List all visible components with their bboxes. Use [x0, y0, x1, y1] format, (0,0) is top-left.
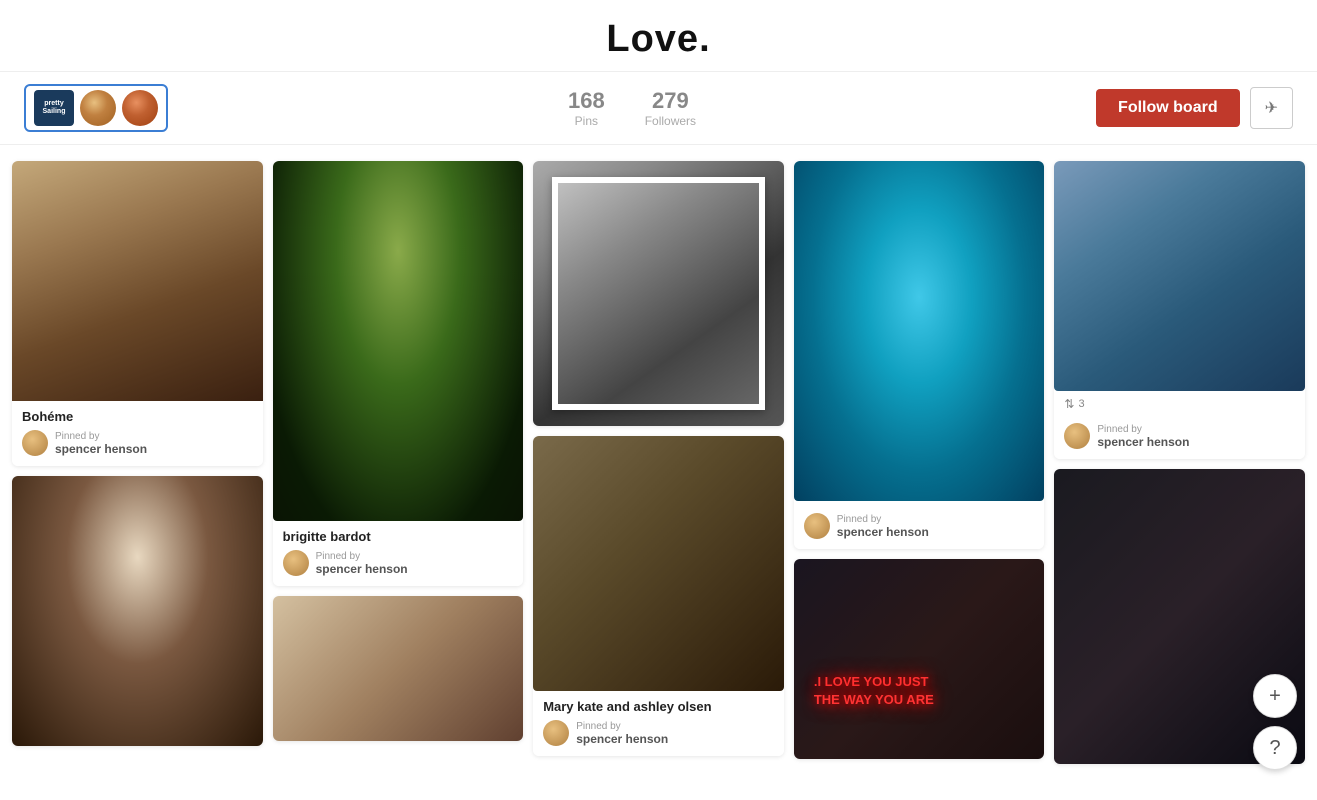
pin-user-avatar — [543, 720, 569, 746]
pin-card[interactable]: ⇅ 3 Pinned by spencer henson — [1054, 161, 1305, 459]
pin-info: Mary kate and ashley olsen Pinned by spe… — [533, 691, 784, 756]
pin-username: spencer henson — [1097, 435, 1189, 449]
pin-username: spencer henson — [55, 442, 147, 456]
pin-pinned-by-label: Pinned by — [576, 721, 668, 732]
help-icon: ? — [1269, 737, 1280, 760]
pin-pinned-by-label: Pinned by — [1097, 424, 1189, 435]
pin-user-info: Pinned by spencer henson — [316, 551, 408, 576]
fab-container: + ? — [1253, 674, 1297, 770]
pin-pinned-by-label: Pinned by — [316, 551, 408, 562]
board-avatars[interactable]: prettySailing — [24, 84, 168, 132]
followers-label: Followers — [645, 114, 696, 128]
pin-pinned-by-label: Pinned by — [837, 514, 929, 525]
pins-label: Pins — [568, 114, 605, 128]
pin-card[interactable] — [273, 596, 524, 741]
pin-user-info: Pinned by spencer henson — [837, 514, 929, 539]
pin-info: Pinned by spencer henson — [1054, 411, 1305, 459]
pin-image — [273, 161, 524, 521]
pin-image — [1054, 161, 1305, 391]
pins-stat: 168 Pins — [568, 88, 605, 128]
avatar-user-1 — [80, 90, 116, 126]
followers-stat: 279 Followers — [645, 88, 696, 128]
pins-count: 168 — [568, 88, 605, 114]
board-actions: Follow board ✈ — [1096, 87, 1293, 129]
pin-pinned-by-label: Pinned by — [55, 431, 147, 442]
pin-username: spencer henson — [576, 732, 668, 746]
pins-grid: Bohéme Pinned by spencer henson brigitte… — [0, 145, 1317, 780]
pin-image: .I LOVE YOU JUSTTHE WAY YOU ARE — [794, 559, 1045, 759]
pin-title: Bohéme — [22, 409, 253, 424]
pin-user-info: Pinned by spencer henson — [55, 431, 147, 456]
pin-card[interactable] — [533, 161, 784, 426]
pin-card[interactable]: Pinned by spencer henson — [794, 161, 1045, 549]
pin-image — [12, 161, 263, 401]
plus-icon: + — [1269, 685, 1281, 708]
pin-image — [273, 596, 524, 741]
pin-user-row: Pinned by spencer henson — [543, 720, 774, 746]
send-button[interactable]: ✈ — [1250, 87, 1293, 129]
pin-image — [533, 161, 784, 426]
repin-number: 3 — [1078, 398, 1084, 410]
board-meta-bar: prettySailing 168 Pins 279 Followers Fol… — [0, 72, 1317, 145]
pin-user-info: Pinned by spencer henson — [576, 721, 668, 746]
pin-image — [533, 436, 784, 691]
pin-user-avatar — [283, 550, 309, 576]
page-header: Love. — [0, 0, 1317, 72]
repin-icon: ⇅ — [1064, 397, 1074, 411]
pin-user-row: Pinned by spencer henson — [283, 550, 514, 576]
pin-info: brigitte bardot Pinned by spencer henson — [273, 521, 524, 586]
pin-username: spencer henson — [837, 525, 929, 539]
pin-user-row: Pinned by spencer henson — [804, 513, 1035, 539]
add-fab-button[interactable]: + — [1253, 674, 1297, 718]
pin-title: brigitte bardot — [283, 529, 514, 544]
pin-user-avatar — [804, 513, 830, 539]
pin-card[interactable] — [12, 476, 263, 746]
pin-image — [794, 161, 1045, 501]
repin-count-row: ⇅ 3 — [1054, 391, 1305, 411]
pin-info: Bohéme Pinned by spencer henson — [12, 401, 263, 466]
pin-user-avatar — [1064, 423, 1090, 449]
board-stats: 168 Pins 279 Followers — [568, 88, 696, 128]
pin-title: Mary kate and ashley olsen — [543, 699, 774, 714]
pin-card[interactable]: Bohéme Pinned by spencer henson — [12, 161, 263, 466]
follow-board-button[interactable]: Follow board — [1096, 89, 1240, 127]
pin-user-avatar — [22, 430, 48, 456]
pin-image — [12, 476, 263, 746]
board-logo-avatar: prettySailing — [34, 90, 74, 126]
help-fab-button[interactable]: ? — [1253, 726, 1297, 770]
pin-card[interactable]: brigitte bardot Pinned by spencer henson — [273, 161, 524, 586]
pin-username: spencer henson — [316, 562, 408, 576]
pin-card[interactable]: Mary kate and ashley olsen Pinned by spe… — [533, 436, 784, 756]
page-title: Love. — [0, 18, 1317, 61]
pin-user-info: Pinned by spencer henson — [1097, 424, 1189, 449]
pin-card[interactable]: .I LOVE YOU JUSTTHE WAY YOU ARE — [794, 559, 1045, 759]
pin-user-row: Pinned by spencer henson — [1064, 423, 1295, 449]
pin-user-row: Pinned by spencer henson — [22, 430, 253, 456]
pin-info: Pinned by spencer henson — [794, 501, 1045, 549]
followers-count: 279 — [645, 88, 696, 114]
avatar-user-2 — [122, 90, 158, 126]
send-icon: ✈ — [1265, 100, 1278, 117]
